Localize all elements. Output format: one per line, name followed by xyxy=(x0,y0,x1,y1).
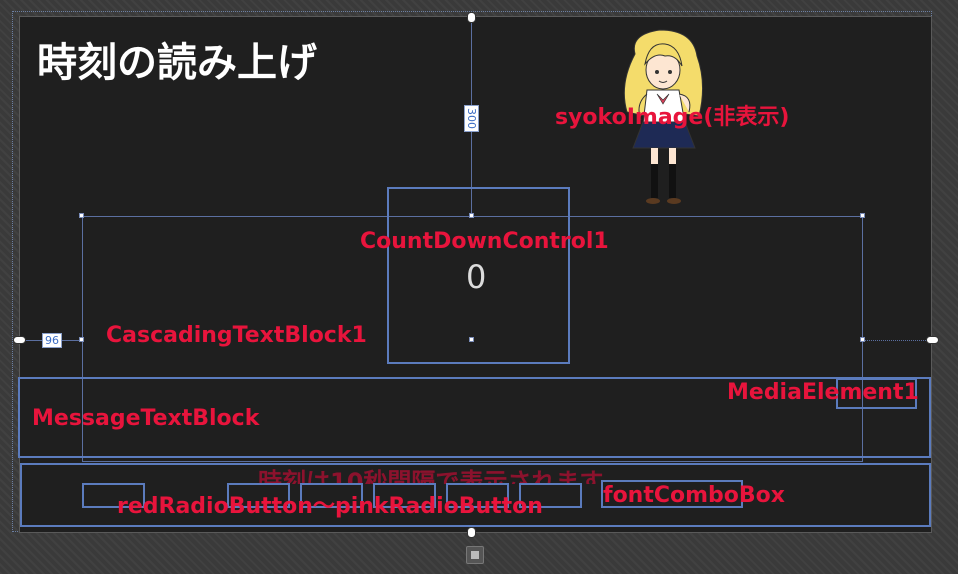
hidden-message-text: 時刻は10秒間隔で表示されます xyxy=(258,468,604,484)
countdown-value: 0 xyxy=(466,258,487,296)
cascading-label: CascadingTextBlock1 xyxy=(106,323,367,348)
bottom-anchor-pin[interactable] xyxy=(467,527,476,538)
grid-toggle-icon[interactable] xyxy=(466,546,484,564)
resize-handle-r[interactable] xyxy=(860,337,865,342)
resize-handle-l[interactable] xyxy=(79,337,84,342)
radio-range-label: redRadioButton～pinkRadioButton xyxy=(117,494,543,519)
font-combo-label: fontComboBox xyxy=(603,483,785,508)
right-margin-line xyxy=(864,340,926,341)
top-margin-value[interactable]: 300 xyxy=(464,105,479,132)
page-title: 時刻の読み上げ xyxy=(37,40,317,86)
syoko-image-label: syokoImage(非表示) xyxy=(555,105,790,130)
left-margin-value[interactable]: 96 xyxy=(42,333,62,348)
resize-handle-tr[interactable] xyxy=(860,213,865,218)
message-label: MessageTextBlock xyxy=(32,406,260,431)
right-anchor-pin[interactable] xyxy=(926,336,939,344)
resize-handle-tl[interactable] xyxy=(79,213,84,218)
top-anchor-pin[interactable] xyxy=(467,12,476,23)
countdown-label: CountDownControl1 xyxy=(360,229,609,254)
left-anchor-pin[interactable] xyxy=(13,336,26,344)
media-label: MediaElement1 xyxy=(727,380,919,405)
